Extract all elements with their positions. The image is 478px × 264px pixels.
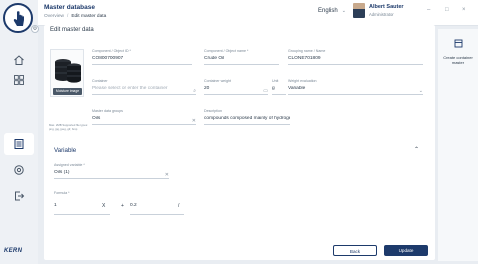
- touch-hand-icon: [3, 3, 33, 33]
- field-underline: [204, 124, 290, 125]
- chevron-down-icon: ⌄: [341, 8, 346, 14]
- update-button[interactable]: Update: [384, 245, 428, 256]
- kern-logo: KERN: [4, 248, 23, 254]
- field-underline: [130, 214, 184, 215]
- sidebar: [0, 40, 38, 264]
- breadcrumb-current: Edit master data: [71, 14, 107, 19]
- image-hint: Max. 2MB Supported file types: png, jpg,…: [49, 123, 88, 131]
- breadcrumb-overview[interactable]: Overview: [44, 14, 64, 19]
- container-icon: [454, 39, 462, 48]
- maximize-icon[interactable]: □: [445, 7, 449, 13]
- language-value: English: [318, 8, 338, 14]
- user-role: Administrator: [369, 12, 394, 17]
- formula-label: Formula *: [54, 191, 94, 199]
- minimize-icon[interactable]: –: [427, 7, 430, 13]
- top-bar: Master database Overview / Edit master dat…: [0, 0, 478, 26]
- logo-area: ⚙: [0, 0, 39, 40]
- clear-icon[interactable]: ✕: [165, 172, 169, 178]
- component-name-field[interactable]: Component / Object name * Crude Oil: [204, 49, 279, 65]
- search-icon[interactable]: ⌕: [193, 88, 196, 94]
- database-list-icon[interactable]: [13, 138, 25, 150]
- clear-icon[interactable]: ✕: [192, 118, 196, 124]
- main-panel: Edit master data Moisture image Max. 2MB…: [44, 25, 435, 260]
- field-underline: [92, 94, 196, 95]
- field-value[interactable]: g: [272, 86, 286, 93]
- field-underline: [92, 124, 196, 125]
- weight-evaluation-select[interactable]: Weight evaluation Variable ⌄: [288, 79, 423, 95]
- field-underline: [204, 64, 279, 65]
- language-select[interactable]: English ⌄: [318, 8, 346, 14]
- right-action-panel: Create container master: [438, 29, 478, 261]
- container-weight-field[interactable]: Container weight 20 ▭: [204, 79, 268, 95]
- container-field[interactable]: Container Please select or enter the con…: [92, 79, 196, 95]
- page-title: Edit master data: [50, 27, 94, 33]
- create-container-master-label: Create container master: [443, 55, 473, 65]
- field-underline: [92, 64, 192, 65]
- field-placeholder[interactable]: Please select or enter the container: [92, 86, 196, 93]
- field-label: Unit: [272, 79, 279, 83]
- scale-icon[interactable]: ▭: [263, 88, 268, 94]
- field-label: Description: [204, 109, 222, 113]
- settings-badge-icon[interactable]: ⚙: [31, 25, 39, 33]
- field-underline: [54, 178, 169, 179]
- breadcrumb-separator: /: [67, 14, 69, 19]
- user-name: Albert Sauter: [369, 4, 404, 10]
- field-label: Grouping name / Name: [288, 49, 326, 53]
- field-value[interactable]: Crude Oil: [204, 56, 279, 63]
- field-value[interactable]: 20: [204, 86, 268, 93]
- field-underline: [288, 64, 423, 65]
- field-value[interactable]: Variable: [288, 86, 423, 93]
- component-id-field[interactable]: Component / Object ID * CO800700907: [92, 49, 192, 65]
- variable-section: Variable ⌃ Assigned variable * Oils (1) …: [44, 141, 435, 256]
- field-label: Weight evaluation: [288, 79, 317, 83]
- section-title: Variable: [54, 147, 77, 154]
- field-underline: [272, 94, 286, 95]
- field-value[interactable]: CLONE701809: [288, 56, 423, 63]
- formula-operator-divide[interactable]: /: [178, 203, 179, 209]
- field-label: Container weight: [204, 79, 231, 83]
- logout-icon[interactable]: [13, 190, 25, 202]
- chevron-up-icon[interactable]: ⌃: [414, 146, 419, 153]
- close-icon[interactable]: ×: [462, 7, 466, 13]
- grouping-name-field[interactable]: Grouping name / Name CLONE701809: [288, 49, 423, 65]
- master-data-groups-field[interactable]: Master data groups Oils ✕: [92, 109, 196, 125]
- unit-select[interactable]: Unit g: [272, 79, 286, 95]
- field-underline: [54, 214, 110, 215]
- change-image-button[interactable]: Moisture image: [53, 88, 82, 95]
- back-button[interactable]: Back: [333, 245, 377, 256]
- create-container-master-button[interactable]: Create container master: [438, 35, 478, 75]
- field-value[interactable]: Oils (1): [54, 170, 169, 177]
- field-value[interactable]: compounds composed mainly of hydrogen an…: [204, 116, 290, 123]
- field-value[interactable]: Oils: [92, 116, 196, 123]
- assigned-variable-field[interactable]: Assigned variable * Oils (1) ✕: [54, 163, 169, 179]
- formula-operator-plus[interactable]: +: [121, 203, 124, 209]
- field-label: Assigned variable *: [54, 163, 85, 167]
- field-label: Formula *: [54, 191, 70, 195]
- field-value[interactable]: 0.2: [130, 203, 184, 210]
- field-underline: [288, 94, 423, 95]
- settings-gear-icon[interactable]: [13, 164, 25, 176]
- field-label: Container: [92, 79, 108, 83]
- avatar[interactable]: [353, 3, 365, 18]
- app-title: Master database: [44, 4, 95, 11]
- breadcrumb: Overview / Edit master data: [44, 14, 106, 19]
- field-value[interactable]: CO800700907: [92, 56, 192, 63]
- field-label: Master data groups: [92, 109, 123, 113]
- dashboard-grid-icon[interactable]: [13, 74, 25, 86]
- home-icon[interactable]: [13, 54, 25, 66]
- formula-operator-multiply[interactable]: X: [102, 203, 105, 209]
- chevron-down-icon[interactable]: ⌄: [419, 88, 423, 94]
- field-label: Component / Object ID *: [92, 49, 131, 53]
- field-underline: [204, 94, 268, 95]
- oil-barrels-icon: [55, 59, 81, 83]
- field-label: Component / Object name *: [204, 49, 249, 53]
- formula-operand-2[interactable]: 0.2: [130, 203, 184, 215]
- description-field[interactable]: Description compounds composed mainly of…: [204, 109, 290, 125]
- product-image[interactable]: Moisture image: [50, 49, 84, 97]
